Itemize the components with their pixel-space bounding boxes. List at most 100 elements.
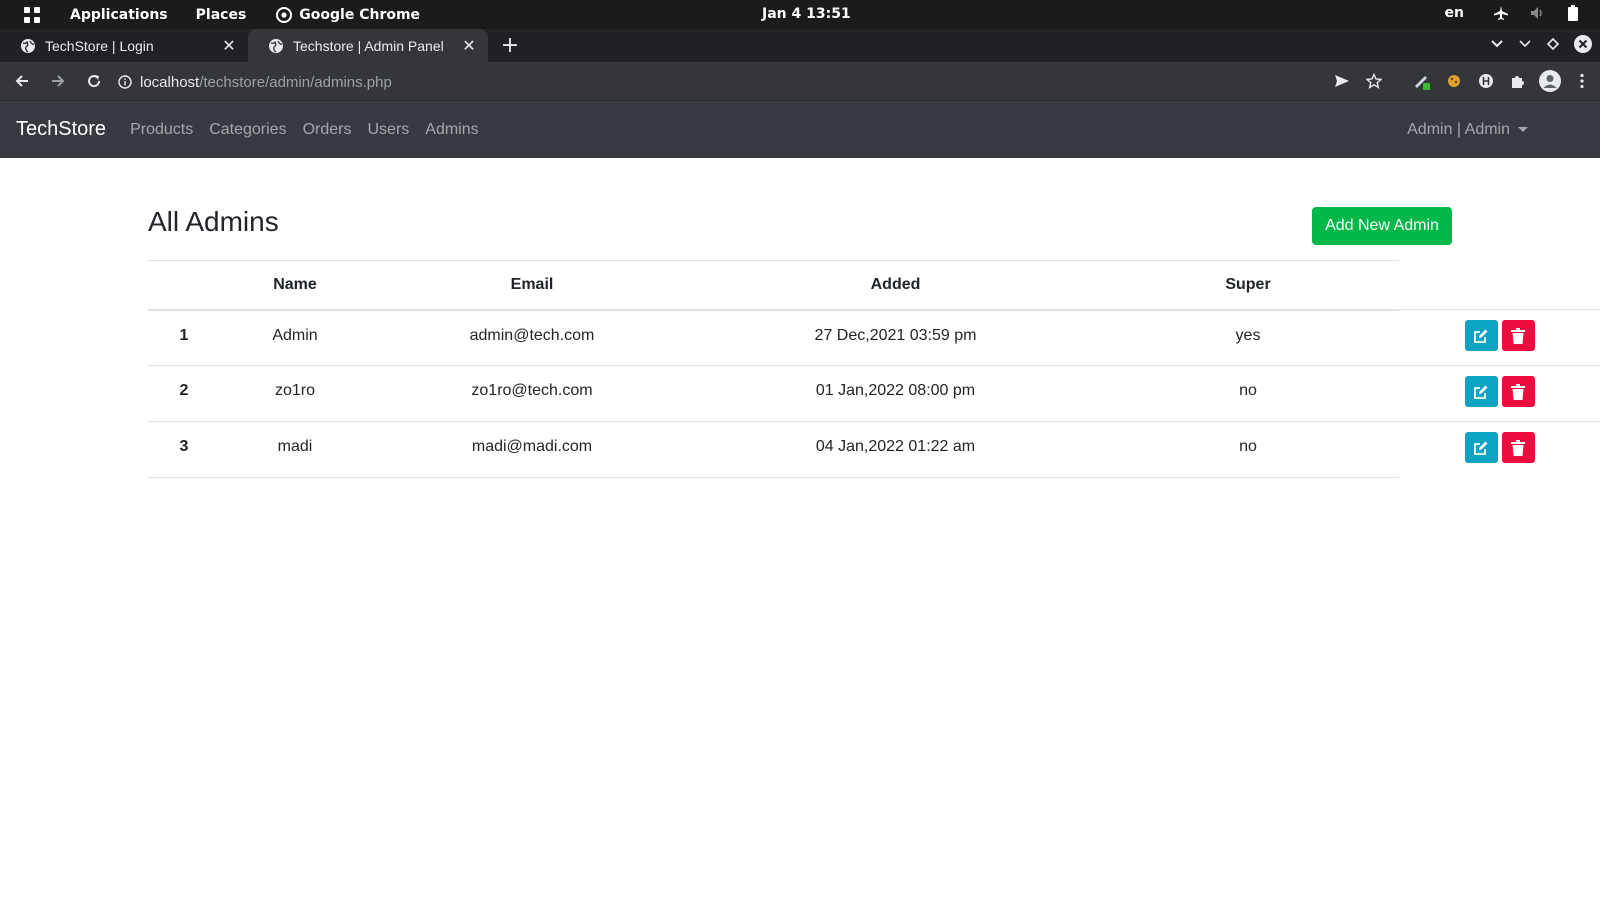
admin-added: 27 Dec,2021 03:59 pm xyxy=(694,309,1097,366)
user-dropdown[interactable]: Admin | Admin xyxy=(1407,121,1528,139)
app-grid-icon[interactable] xyxy=(24,6,40,23)
admin-name: zo1ro xyxy=(220,365,370,422)
row-actions xyxy=(1399,422,1600,478)
browser-toolbar: localhost/techstore/admin/admins.php xyxy=(0,62,1600,101)
admin-name: madi xyxy=(220,421,370,478)
battery-icon[interactable] xyxy=(1564,4,1582,22)
kebab-menu-icon[interactable] xyxy=(1570,66,1594,96)
url-path: /techstore/admin/admins.php xyxy=(199,73,392,91)
delete-button[interactable] xyxy=(1501,376,1535,407)
nav-link-categories[interactable]: Categories xyxy=(209,121,286,139)
address-bar[interactable]: localhost/techstore/admin/admins.php xyxy=(110,67,1360,97)
globe-icon xyxy=(269,38,283,53)
admin-email: madi@madi.com xyxy=(370,421,694,478)
delete-button[interactable] xyxy=(1501,320,1535,351)
trash-icon xyxy=(1511,383,1525,400)
places-menu[interactable]: Places xyxy=(196,7,247,23)
clock[interactable]: Jan 4 13:51 xyxy=(762,6,851,22)
tab-search-icon[interactable] xyxy=(1490,37,1504,51)
reload-icon xyxy=(88,75,101,88)
arrow-right-icon xyxy=(52,75,65,87)
edit-button[interactable] xyxy=(1464,376,1498,407)
cookie-extension-icon[interactable] xyxy=(1442,66,1466,96)
airplane-mode-icon[interactable] xyxy=(1492,4,1510,22)
pen-extension-icon[interactable] xyxy=(1410,66,1434,96)
row-actions xyxy=(1399,365,1600,422)
url-host: localhost xyxy=(140,73,200,91)
admin-added: 04 Jan,2022 01:22 am xyxy=(694,421,1097,478)
system-top-bar: Applications Places Google Chrome Jan 4 … xyxy=(0,0,1600,29)
tab-login[interactable]: TechStore | Login ✕ xyxy=(0,29,249,62)
browser-tab-strip: TechStore | Login ✕ Techstore | Admin Pa… xyxy=(0,29,1600,62)
nav-link-users[interactable]: Users xyxy=(367,121,409,139)
chrome-app-menu[interactable]: Google Chrome xyxy=(276,6,421,23)
close-tab-icon[interactable]: ✕ xyxy=(460,36,478,56)
reload-button[interactable] xyxy=(78,65,110,97)
table-row: 3 madi madi@madi.com 04 Jan,2022 01:22 a… xyxy=(148,421,1600,478)
edit-button[interactable] xyxy=(1464,320,1498,351)
bookmark-star-icon[interactable] xyxy=(1362,66,1386,96)
action-buttons xyxy=(1399,432,1600,463)
brand-logo[interactable]: TechStore xyxy=(16,118,106,141)
edit-icon xyxy=(1474,385,1488,399)
edit-button[interactable] xyxy=(1464,432,1498,463)
trash-icon xyxy=(1511,439,1525,456)
delete-button[interactable] xyxy=(1501,432,1535,463)
admin-email: zo1ro@tech.com xyxy=(370,365,694,422)
admin-added: 01 Jan,2022 08:00 pm xyxy=(694,365,1097,422)
back-button[interactable] xyxy=(6,65,38,97)
trash-icon xyxy=(1511,327,1525,344)
nav-link-admins[interactable]: Admins xyxy=(425,121,478,139)
admin-super: yes xyxy=(1097,309,1399,366)
globe-icon xyxy=(21,38,35,53)
column-header-index xyxy=(148,260,220,311)
tab-admin-panel[interactable]: Techstore | Admin Panel ✕ xyxy=(248,29,488,62)
forward-button[interactable] xyxy=(42,65,74,97)
volume-muted-icon[interactable] xyxy=(1528,4,1546,22)
applications-menu[interactable]: Applications xyxy=(70,7,168,23)
profile-avatar-icon[interactable] xyxy=(1538,66,1562,96)
column-header-added: Added xyxy=(694,260,1097,311)
row-number: 2 xyxy=(148,365,220,422)
send-icon[interactable] xyxy=(1330,66,1354,96)
column-header-email: Email xyxy=(370,260,694,311)
close-tab-icon[interactable]: ✕ xyxy=(220,36,238,56)
extensions-puzzle-icon[interactable] xyxy=(1506,66,1530,96)
close-window-icon[interactable] xyxy=(1574,35,1592,53)
admin-email: admin@tech.com xyxy=(370,309,694,366)
window-controls xyxy=(1490,35,1592,53)
add-new-admin-button[interactable]: Add New Admin xyxy=(1312,207,1452,245)
nav-link-products[interactable]: Products xyxy=(130,121,193,139)
edit-icon xyxy=(1474,329,1488,343)
row-number: 3 xyxy=(148,421,220,478)
h-extension-icon[interactable] xyxy=(1474,66,1498,96)
admins-table: Name Email Added Super 1 Admin admin@tec… xyxy=(148,260,1600,478)
language-indicator[interactable]: en xyxy=(1445,5,1464,21)
new-tab-button[interactable]: + xyxy=(492,29,528,62)
row-number: 1 xyxy=(148,309,220,366)
action-buttons xyxy=(1399,320,1600,351)
table-row: 2 zo1ro zo1ro@tech.com 01 Jan,2022 08:00… xyxy=(148,365,1600,422)
minimize-icon[interactable] xyxy=(1518,37,1532,51)
column-header-name: Name xyxy=(220,260,370,311)
chrome-logo-icon xyxy=(276,6,293,23)
admin-name: Admin xyxy=(220,309,370,366)
table-header-row: Name Email Added Super xyxy=(148,260,1600,311)
site-navbar: TechStore Products Categories Orders Use… xyxy=(0,101,1600,158)
column-header-actions xyxy=(1399,260,1600,310)
arrow-left-icon xyxy=(15,75,28,87)
maximize-icon[interactable] xyxy=(1546,37,1560,51)
admin-super: no xyxy=(1097,421,1399,478)
table-row: 1 Admin admin@tech.com 27 Dec,2021 03:59… xyxy=(148,309,1600,366)
edit-icon xyxy=(1474,441,1488,455)
info-icon[interactable] xyxy=(118,75,132,89)
user-dropdown-label: Admin | Admin xyxy=(1407,120,1510,138)
toolbar-actions xyxy=(1330,66,1594,96)
column-header-super: Super xyxy=(1097,260,1399,311)
nav-link-orders[interactable]: Orders xyxy=(303,121,352,139)
tab-title: TechStore | Login xyxy=(45,37,154,54)
action-buttons xyxy=(1399,376,1600,407)
chrome-app-label: Google Chrome xyxy=(299,6,421,23)
system-tray: en xyxy=(1445,4,1582,22)
row-actions xyxy=(1399,309,1600,366)
